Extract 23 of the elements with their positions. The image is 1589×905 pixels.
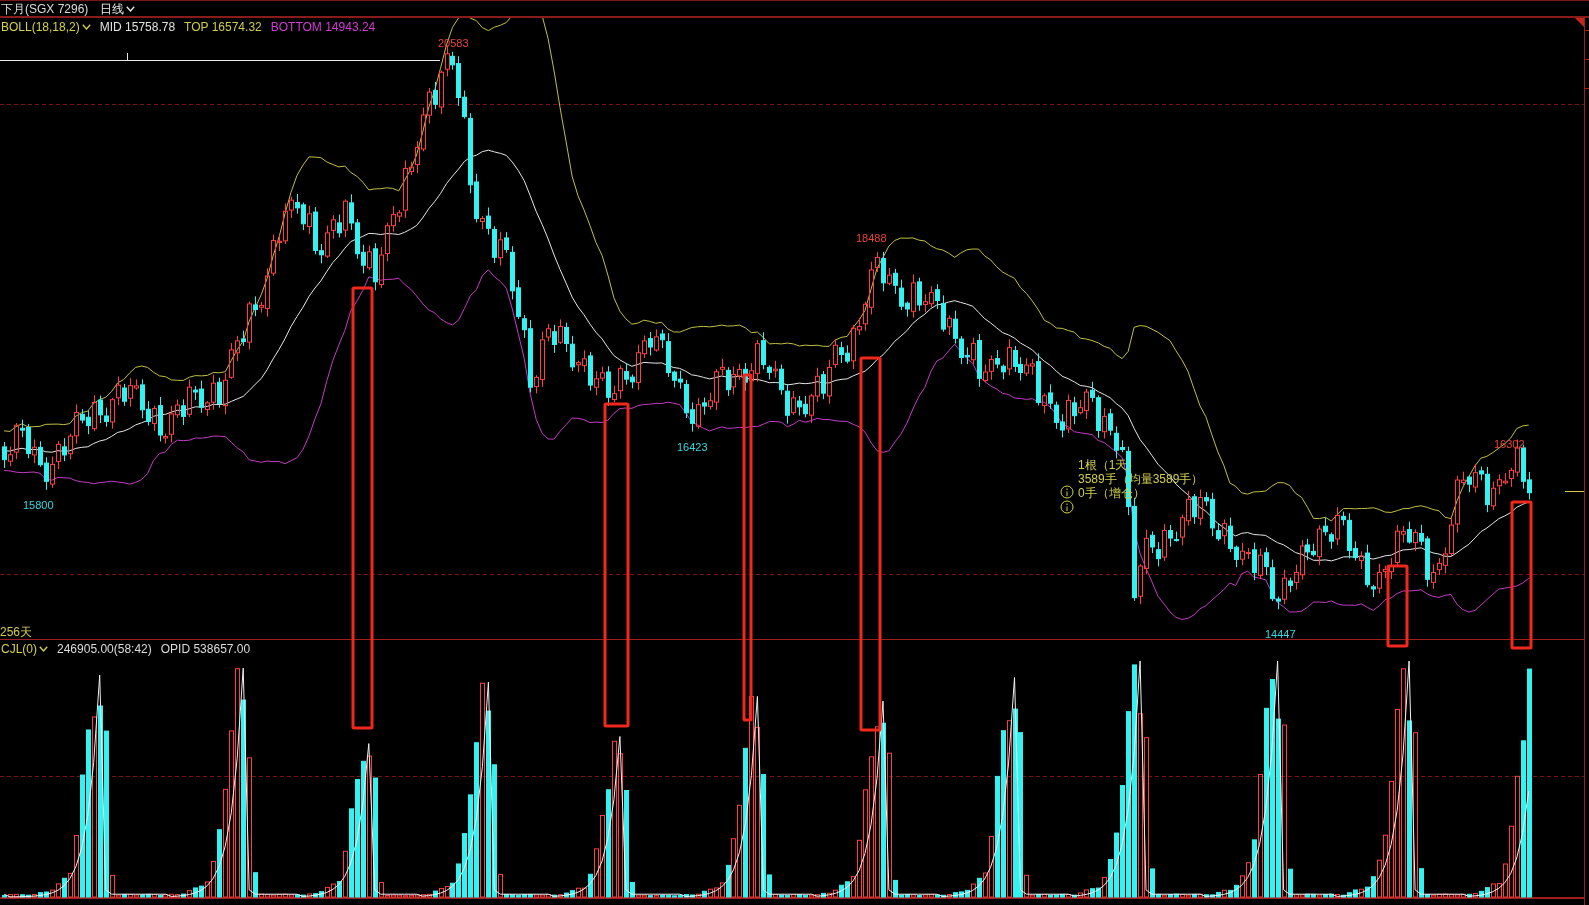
chevron-down-icon xyxy=(39,646,48,652)
corner-triangle-icon xyxy=(1575,18,1584,27)
price-label: 16423 xyxy=(677,441,708,453)
period-selector[interactable]: 日线 xyxy=(100,1,136,16)
chevron-down-icon xyxy=(81,24,91,30)
price-label: 14447 xyxy=(1265,628,1296,639)
band-reading: TOP 16574.32 xyxy=(184,20,262,34)
volume-reading: OPID 538657.00 xyxy=(160,642,251,656)
level-marker-line xyxy=(1564,491,1584,492)
info-circle-icon xyxy=(1060,500,1074,514)
price-label: 20583 xyxy=(438,37,469,49)
chevron-down-icon xyxy=(126,5,136,12)
info-text: 1根（1天） xyxy=(1078,458,1140,472)
price-label: 18488 xyxy=(856,232,887,244)
band-reading: MID 15758.78 xyxy=(99,20,176,34)
indicator-selector[interactable]: CJL(0) xyxy=(1,642,48,656)
price-label: 15800 xyxy=(23,499,54,511)
instrument-label: 下月(SGX 7296) xyxy=(1,1,89,16)
indicator-selector[interactable]: BOLL(18,18,2) xyxy=(1,20,91,34)
band-reading: BOTTOM 14943.24 xyxy=(270,20,376,34)
info-circle-icon xyxy=(1060,485,1074,499)
volume-reading: 246905.00(58:42) xyxy=(57,642,152,656)
day-count-label: 256天 xyxy=(0,625,33,639)
